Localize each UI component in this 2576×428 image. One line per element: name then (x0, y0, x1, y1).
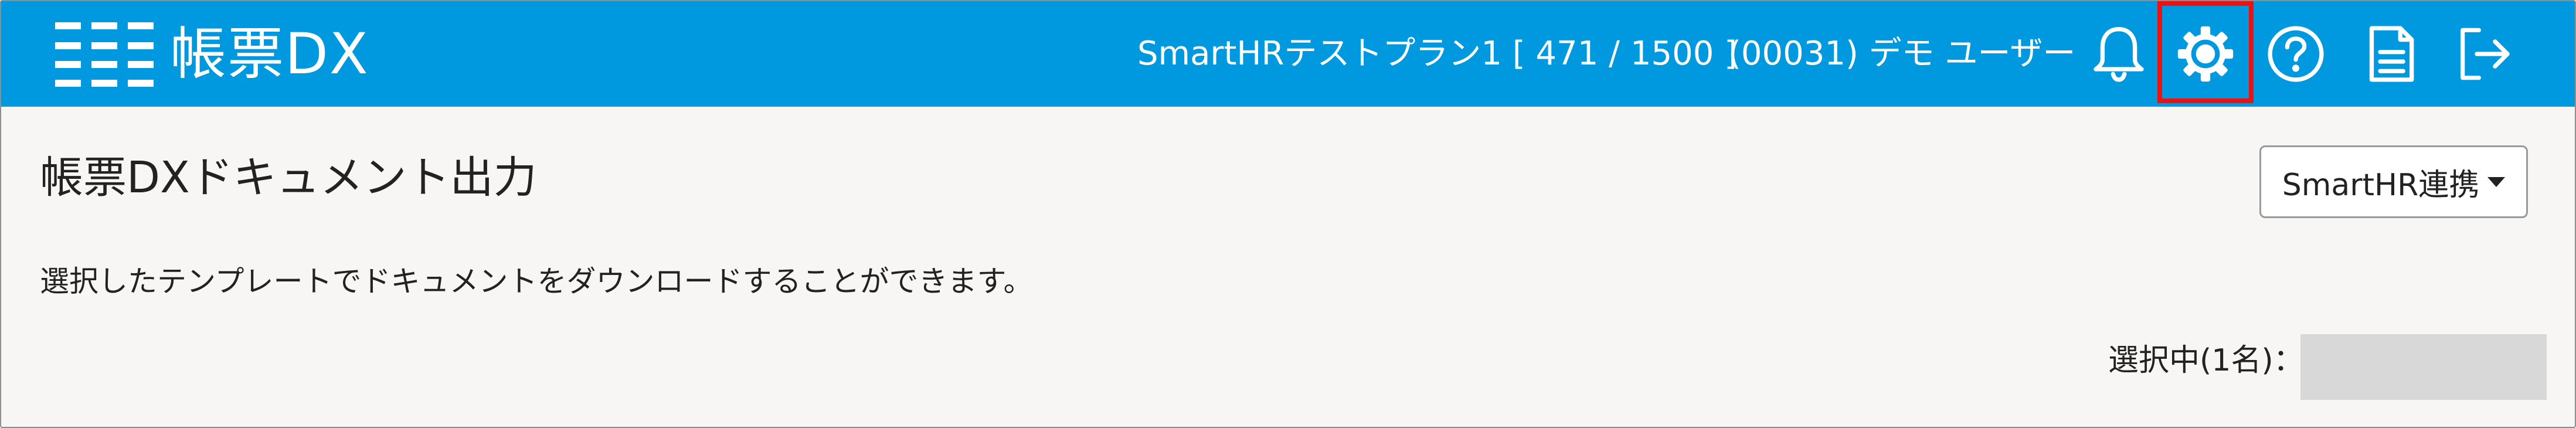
smarthr-integration-dropdown[interactable]: SmartHR連携 (2259, 145, 2528, 218)
plan-info: SmartHRテストプラン1 [ 471 / 1500 ] (1137, 35, 1738, 73)
notifications-button[interactable] (2085, 20, 2153, 88)
app-name: 帳票DX (170, 21, 369, 87)
logout-button[interactable] (2451, 20, 2519, 88)
page-title: 帳票DXドキュメント出力 (40, 152, 537, 203)
smarthr-integration-label: SmartHR連携 (2282, 167, 2480, 203)
selected-count-label: 選択中(1名)： (2108, 343, 2304, 378)
gear-icon (2177, 26, 2234, 82)
app-window: 帳票DX SmartHRテストプラン1 [ 471 / 1500 ] (0003… (0, 0, 2576, 428)
bell-icon (2094, 27, 2144, 82)
document-icon (2369, 26, 2414, 82)
menu-lines-icon (55, 22, 154, 87)
logout-icon (2460, 28, 2510, 80)
app-logo[interactable]: 帳票DX (55, 20, 369, 88)
help-icon (2268, 26, 2324, 82)
documents-button[interactable] (2357, 20, 2425, 88)
help-button[interactable] (2262, 20, 2330, 88)
user-info: (00031) デモ ユーザー (1728, 35, 2076, 73)
selected-users-value (2300, 334, 2547, 400)
settings-button[interactable] (2171, 20, 2239, 88)
top-header-bar: 帳票DX SmartHRテストプラン1 [ 471 / 1500 ] (0003… (1, 1, 2575, 107)
page-description: 選択したテンプレートでドキュメントをダウンロードすることができます。 (40, 264, 1033, 298)
caret-down-icon (2487, 176, 2506, 187)
